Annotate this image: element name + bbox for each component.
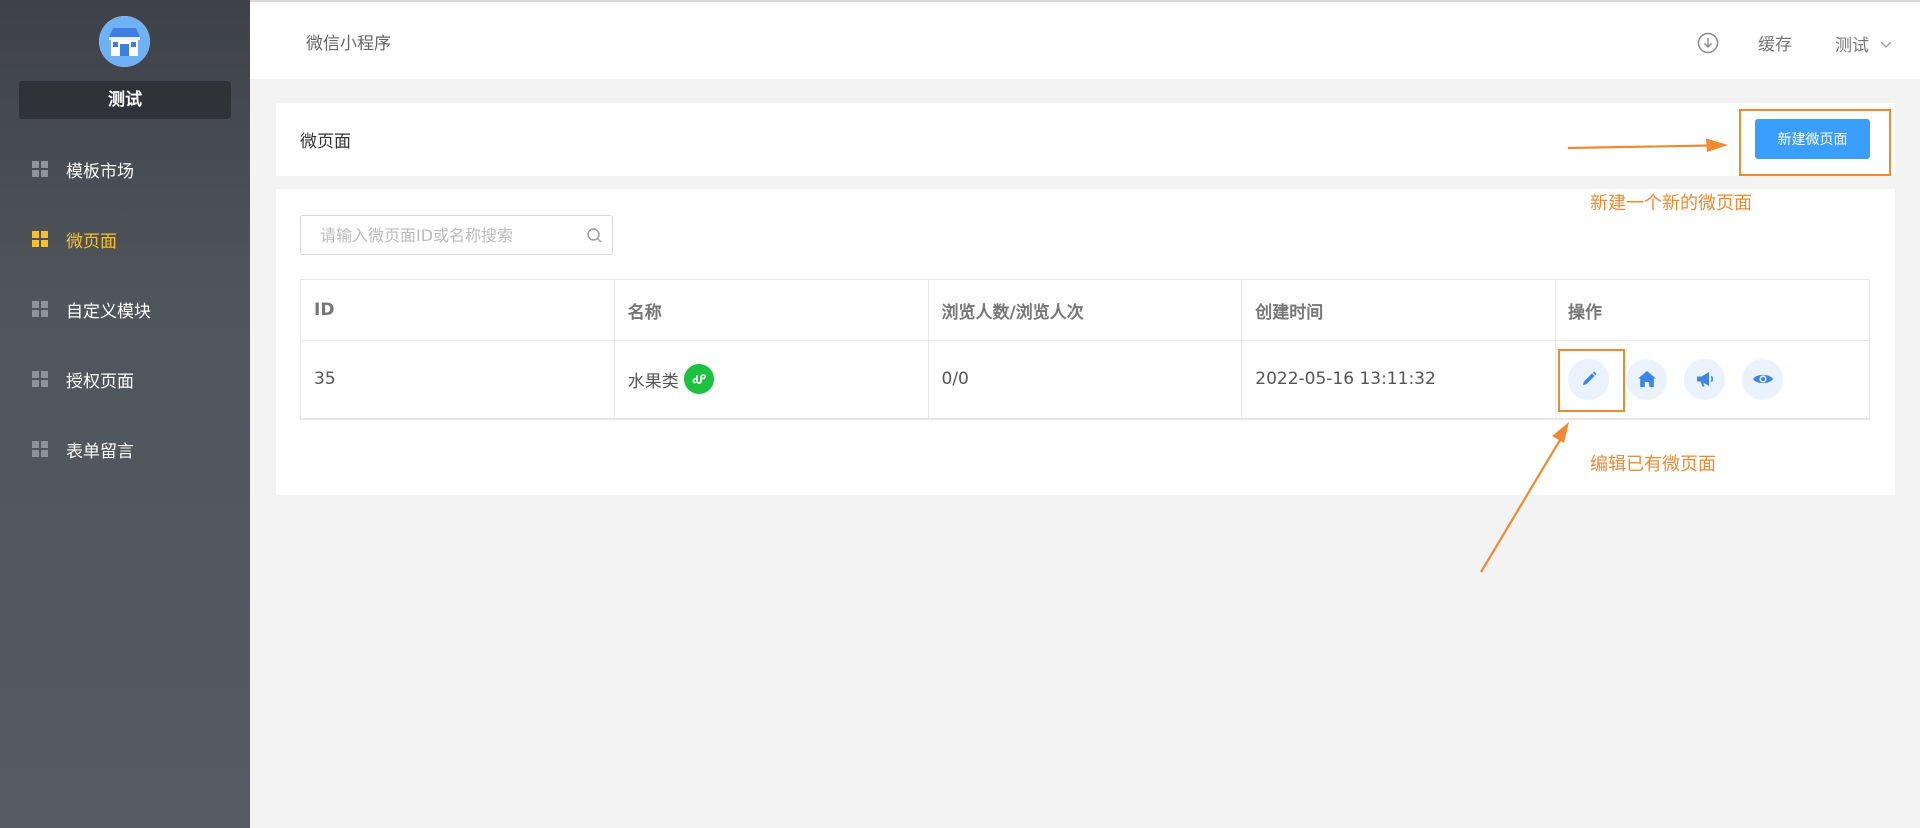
sidebar-item-template-market[interactable]: 模板市场 xyxy=(0,139,250,199)
search-field[interactable] xyxy=(300,215,613,255)
mini-program-icon[interactable] xyxy=(683,364,714,395)
sidebar-item-micro-page[interactable]: 微页面 xyxy=(0,209,250,269)
set-homepage-button[interactable] xyxy=(1626,358,1668,400)
table-header-row: ID 名称 浏览人数/浏览人次 创建时间 操作 xyxy=(300,279,1870,341)
cache-button[interactable]: 缓存 xyxy=(1758,30,1792,55)
sidebar-item-label: 表单留言 xyxy=(66,441,134,462)
edit-icon xyxy=(1582,371,1597,386)
store-icon xyxy=(99,16,150,67)
grid-icon xyxy=(32,371,48,387)
grid-icon xyxy=(32,231,48,247)
page-name: 水果类 xyxy=(627,371,679,392)
eye-icon xyxy=(1752,375,1773,384)
table-row: 35 水果类 0/0 2022-05-16 13:11:32 xyxy=(300,340,1870,420)
grid-icon xyxy=(32,301,48,317)
annotation-new-page: 新建一个新的微页面 xyxy=(1590,193,1752,214)
search-icon[interactable] xyxy=(586,227,603,244)
grid-icon xyxy=(32,441,48,457)
column-header-views: 浏览人数/浏览人次 xyxy=(927,279,1243,341)
user-menu[interactable]: 测试 xyxy=(1835,31,1893,56)
user-name: 测试 xyxy=(1835,36,1869,56)
sidebar-item-form-message[interactable]: 表单留言 xyxy=(0,419,250,479)
cell-actions xyxy=(1555,340,1870,420)
cell-created: 2022-05-16 13:11:32 xyxy=(1241,340,1557,420)
sidebar-item-label: 授权页面 xyxy=(66,371,134,392)
page-header-panel: 微页面 新建微页面 xyxy=(276,103,1895,176)
column-header-created: 创建时间 xyxy=(1241,279,1557,341)
grid-icon xyxy=(32,161,48,177)
top-header: 微信小程序 缓存 测试 xyxy=(250,0,1920,79)
sidebar-item-auth-page[interactable]: 授权页面 xyxy=(0,349,250,409)
sidebar: 测试 模板市场 微页面 自定义模块 授权页面 表单留言 xyxy=(0,0,250,828)
cell-views: 0/0 xyxy=(927,340,1243,420)
mini-program-logo-icon xyxy=(692,374,706,385)
sidebar-item-custom-module[interactable]: 自定义模块 xyxy=(0,279,250,339)
micro-page-table: ID 名称 浏览人数/浏览人次 创建时间 操作 35 水果类 0/0 2022-… xyxy=(300,279,1870,420)
new-micro-page-button[interactable]: 新建微页面 xyxy=(1755,119,1870,159)
chevron-down-icon xyxy=(1880,41,1892,48)
column-header-id: ID xyxy=(300,279,615,341)
annotation-edit-page: 编辑已有微页面 xyxy=(1590,454,1716,475)
home-icon xyxy=(1637,371,1656,388)
page-title: 微页面 xyxy=(300,132,351,152)
preview-button[interactable] xyxy=(1742,358,1784,400)
search-input[interactable] xyxy=(301,216,571,254)
cell-id: 35 xyxy=(300,340,615,420)
sidebar-item-label: 模板市场 xyxy=(66,161,134,182)
cell-name: 水果类 xyxy=(613,340,929,420)
sidebar-item-label: 微页面 xyxy=(66,231,117,252)
megaphone-icon xyxy=(1696,372,1713,387)
promote-button[interactable] xyxy=(1684,358,1726,400)
column-header-actions: 操作 xyxy=(1555,279,1870,341)
sidebar-item-label: 自定义模块 xyxy=(66,301,151,322)
edit-button[interactable] xyxy=(1568,358,1610,400)
column-header-name: 名称 xyxy=(613,279,929,341)
store-logo[interactable] xyxy=(99,16,150,67)
app-title: 微信小程序 xyxy=(306,34,391,54)
store-name[interactable]: 测试 xyxy=(19,81,231,119)
download-icon[interactable] xyxy=(1697,32,1719,54)
